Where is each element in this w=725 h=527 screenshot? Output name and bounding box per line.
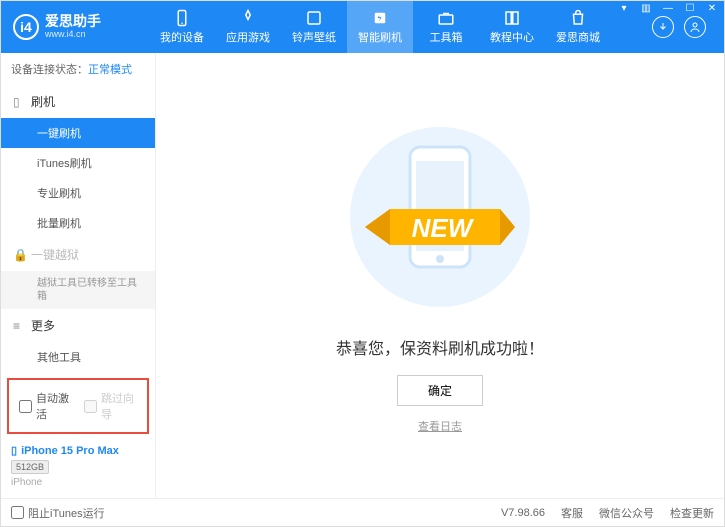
nav-label: 我的设备 [160, 29, 204, 45]
menu-pro-flash[interactable]: 专业刷机 [1, 178, 155, 208]
nav-label: 教程中心 [490, 29, 534, 45]
menu-itunes-flash[interactable]: iTunes刷机 [1, 148, 155, 178]
checkbox-auto-activate[interactable]: 自动激活 [19, 390, 72, 422]
store-icon [569, 9, 587, 27]
nav-label: 应用游戏 [226, 29, 270, 45]
skin-icon[interactable]: ▥ [638, 3, 654, 14]
status-value: 正常模式 [88, 64, 132, 76]
title-bar: ▾ ▥ — ☐ ✕ i4 爱思助手 www.i4.cn 我的设备 应用游戏 [1, 1, 724, 53]
device-info: ▯ iPhone 15 Pro Max 512GB iPhone [1, 438, 155, 498]
app-url: www.i4.cn [45, 30, 101, 40]
minimize-icon[interactable]: — [660, 3, 676, 14]
nav-store[interactable]: 爱思商城 [545, 1, 611, 53]
toolbox-icon [437, 9, 455, 27]
apps-icon [239, 9, 257, 27]
footer-wechat[interactable]: 微信公众号 [599, 505, 654, 521]
new-banner-text: NEW [412, 213, 475, 243]
logo-icon: i4 [13, 14, 39, 40]
checkbox-skip-setup[interactable]: 跳过向导 [84, 390, 137, 422]
flash-icon [371, 9, 389, 27]
nav-flash[interactable]: 智能刷机 [347, 1, 413, 53]
device-name[interactable]: ▯ iPhone 15 Pro Max [11, 444, 145, 457]
ok-button[interactable]: 确定 [397, 375, 483, 406]
nav-ringtones[interactable]: 铃声壁纸 [281, 1, 347, 53]
section-jailbreak: 🔒 一键越狱 [1, 238, 155, 271]
success-message: 恭喜您，保资料刷机成功啦！ [330, 335, 550, 359]
list-icon: ≡ [13, 319, 25, 333]
nav-label: 智能刷机 [358, 29, 402, 45]
user-button[interactable] [684, 16, 706, 38]
success-illustration: NEW [330, 117, 550, 317]
menu-one-click-flash[interactable]: 一键刷机 [1, 118, 155, 148]
menu-download-firmware[interactable]: 下载固件 [1, 372, 155, 374]
version-label: V7.98.66 [501, 507, 545, 519]
lock-icon: 🔒 [13, 248, 25, 262]
device-icon [173, 9, 191, 27]
top-nav: 我的设备 应用游戏 铃声壁纸 智能刷机 工具箱 教程中心 [149, 1, 611, 53]
section-flash[interactable]: ▯ 刷机 [1, 85, 155, 118]
nav-toolbox[interactable]: 工具箱 [413, 1, 479, 53]
close-icon[interactable]: ✕ [704, 3, 720, 14]
nav-tutorials[interactable]: 教程中心 [479, 1, 545, 53]
connection-status: 设备连接状态：正常模式 [1, 53, 155, 85]
view-log-link[interactable]: 查看日志 [330, 418, 550, 434]
activation-options: 自动激活 跳过向导 [7, 378, 149, 434]
footer-support[interactable]: 客服 [561, 505, 583, 521]
device-type: iPhone [11, 477, 145, 488]
sidebar: 设备连接状态：正常模式 ▯ 刷机 一键刷机 iTunes刷机 专业刷机 批量刷机… [1, 53, 156, 498]
app-title: 爱思助手 [45, 14, 101, 29]
main-content: NEW 恭喜您，保资料刷机成功啦！ 确定 查看日志 [156, 53, 724, 498]
phone-icon: ▯ [13, 95, 25, 109]
nav-my-device[interactable]: 我的设备 [149, 1, 215, 53]
footer: 阻止iTunes运行 V7.98.66 客服 微信公众号 检查更新 [1, 498, 724, 526]
nav-label: 爱思商城 [556, 29, 600, 45]
menu-icon[interactable]: ▾ [616, 3, 632, 14]
music-icon [305, 9, 323, 27]
jailbreak-note[interactable]: 越狱工具已转移至工具箱 [1, 271, 155, 309]
logo: i4 爱思助手 www.i4.cn [9, 14, 149, 40]
download-button[interactable] [652, 16, 674, 38]
maximize-icon[interactable]: ☐ [682, 3, 698, 14]
window-controls: ▾ ▥ — ☐ ✕ [616, 3, 720, 14]
footer-update[interactable]: 检查更新 [670, 505, 714, 521]
section-more[interactable]: ≡ 更多 [1, 309, 155, 342]
menu-batch-flash[interactable]: 批量刷机 [1, 208, 155, 238]
nav-label: 工具箱 [430, 29, 463, 45]
device-phone-icon: ▯ [11, 444, 17, 457]
nav-label: 铃声壁纸 [292, 29, 336, 45]
device-storage: 512GB [11, 460, 49, 474]
menu-other-tools[interactable]: 其他工具 [1, 342, 155, 372]
block-itunes-checkbox[interactable]: 阻止iTunes运行 [11, 505, 105, 521]
nav-apps[interactable]: 应用游戏 [215, 1, 281, 53]
book-icon [503, 9, 521, 27]
